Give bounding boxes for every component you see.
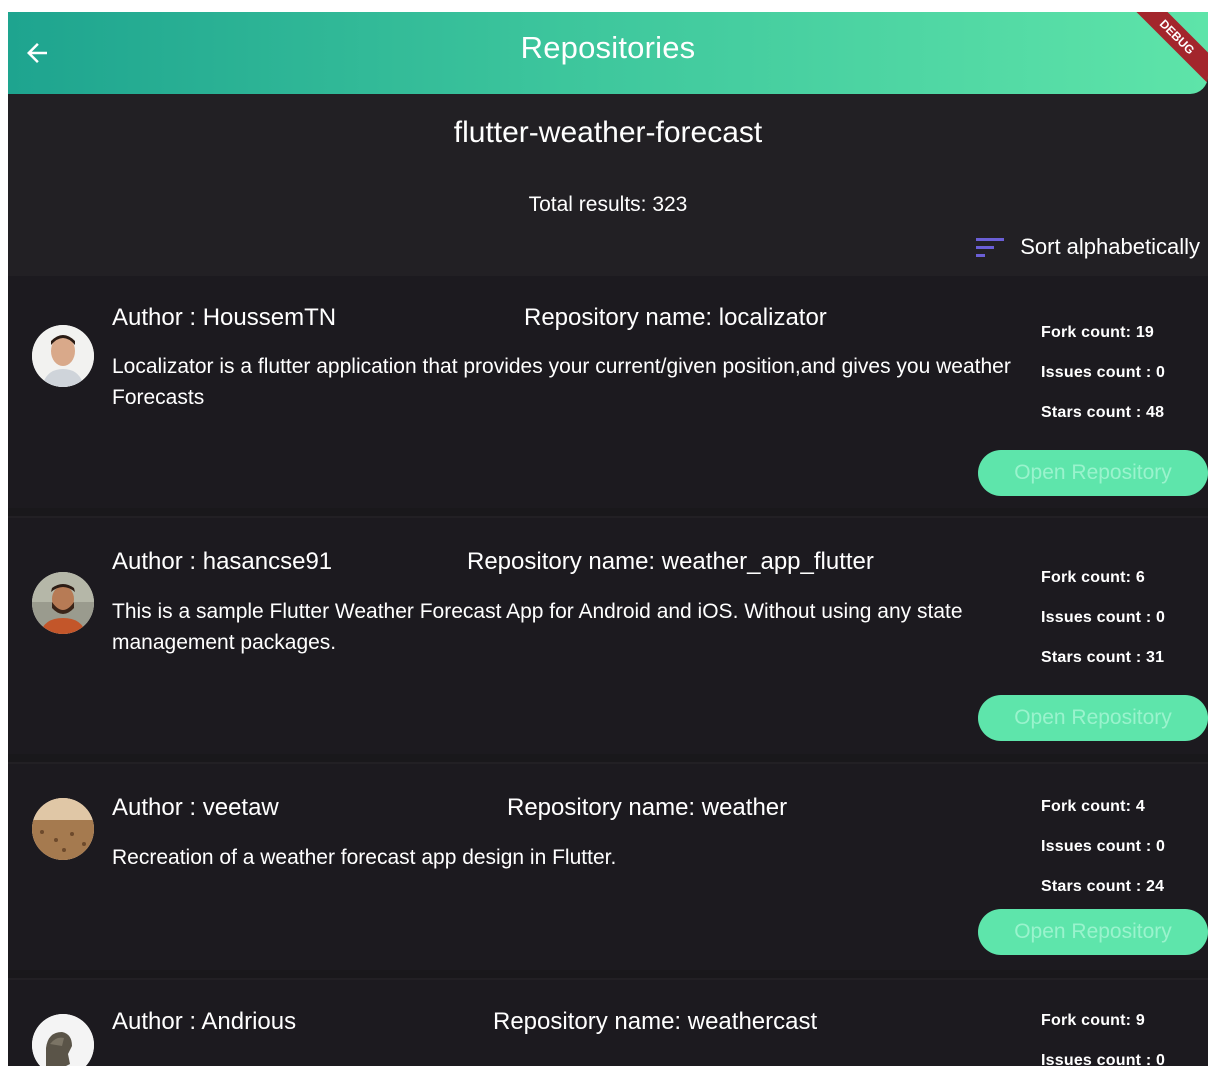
stars-count: Stars count : 24 [1041, 878, 1165, 895]
sort-alphabetically-button[interactable]: Sort alphabetically [976, 232, 1200, 262]
repository-description: Localizator is a flutter application tha… [112, 355, 1011, 409]
author-avatar [32, 1014, 94, 1066]
issues-count: Issues count : 0 [1041, 838, 1166, 855]
repository-card: Author : hasancse91 Repository name: wea… [8, 518, 1208, 754]
author-avatar [32, 325, 94, 387]
fork-count: Fork count: 19 [1041, 324, 1155, 341]
author-name: Author : veetaw [112, 794, 279, 821]
repository-card: Author : veetaw Repository name: weather… [8, 764, 1208, 970]
repository-name: Repository name: weather [507, 794, 788, 821]
stars-count: Stars count : 31 [1041, 649, 1165, 666]
author-name: Author : HoussemTN [112, 304, 337, 331]
issues-count: Issues count : 0 [1041, 364, 1166, 381]
total-results: Total results: 323 [528, 193, 688, 216]
sort-label: Sort alphabetically [1020, 234, 1200, 259]
issues-count: Issues count : 0 [1041, 609, 1166, 626]
open-repository-button[interactable]: Open Repository [978, 909, 1208, 955]
author-name: Author : hasancse91 [112, 548, 333, 575]
repository-card: Author : Andrious Repository name: weath… [8, 980, 1208, 1066]
repository-name: Repository name: weather_app_flutter [467, 548, 874, 575]
repository-name: Repository name: weathercast [493, 1008, 818, 1035]
sort-icon [976, 236, 1006, 258]
author-name: Author : Andrious [112, 1008, 297, 1035]
repository-card: Author : HoussemTN Repository name: loca… [8, 276, 1208, 508]
open-repository-button[interactable]: Open Repository [978, 695, 1208, 741]
card-divider [8, 970, 1208, 978]
author-avatar [32, 798, 94, 860]
repository-description: This is a sample Flutter Weather Forecas… [112, 600, 963, 654]
page-title: Repositories [520, 30, 696, 65]
card-divider [8, 508, 1208, 516]
app-bar: Repositories DEBUG [8, 12, 1208, 94]
card-divider [8, 754, 1208, 762]
stars-count: Stars count : 48 [1041, 404, 1165, 421]
open-repository-button[interactable]: Open Repository [978, 450, 1208, 496]
repository-name: Repository name: localizator [524, 304, 827, 331]
fork-count: Fork count: 4 [1041, 798, 1145, 815]
search-term: flutter-weather-forecast [453, 116, 763, 149]
author-avatar [32, 572, 94, 634]
app-screen: Repositories DEBUG flutter-weather-forec… [8, 12, 1208, 1066]
repository-description: Recreation of a weather forecast app des… [112, 846, 617, 869]
fork-count: Fork count: 9 [1041, 1012, 1145, 1029]
issues-count: Issues count : 0 [1041, 1052, 1166, 1066]
fork-count: Fork count: 6 [1041, 569, 1145, 586]
